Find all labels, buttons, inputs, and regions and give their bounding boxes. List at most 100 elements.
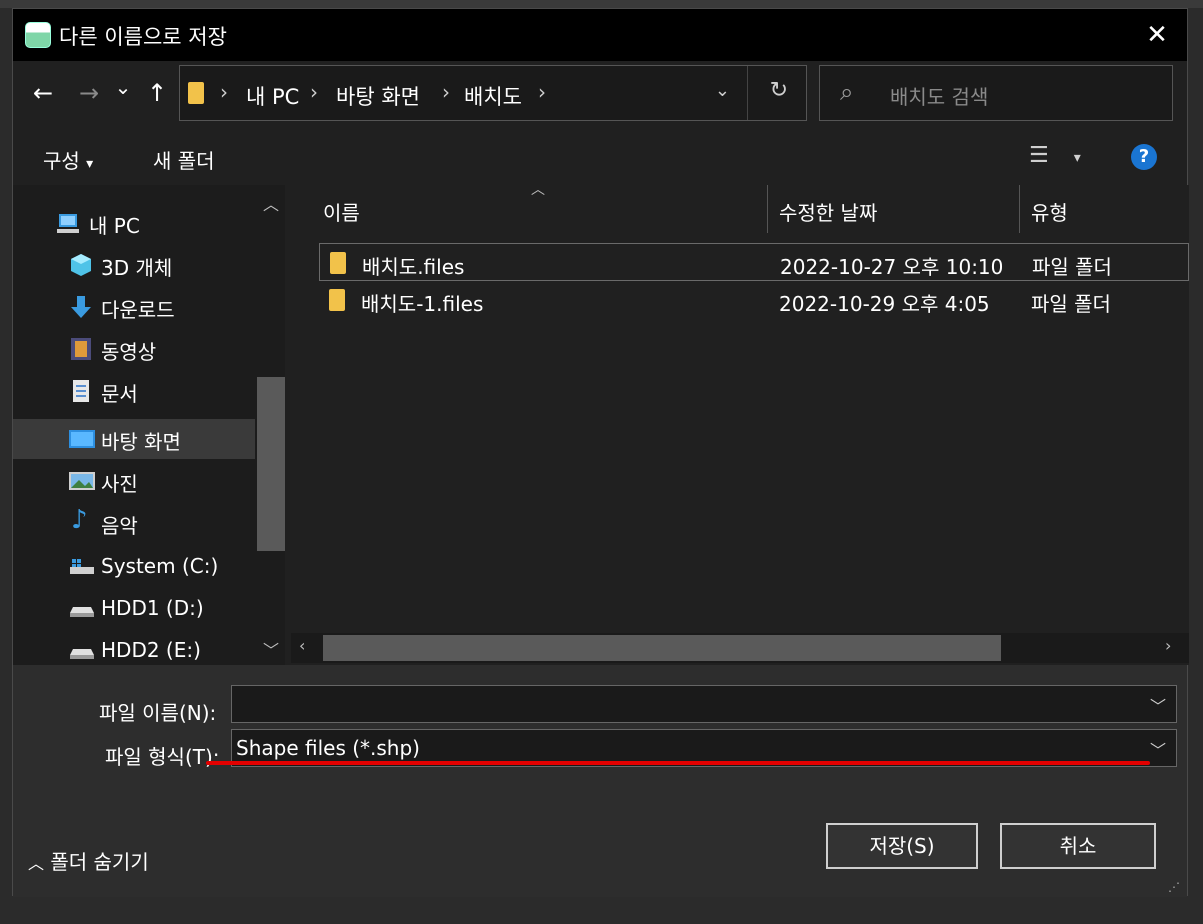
hide-folders-button[interactable]: ︿ 폴더 숨기기	[28, 846, 149, 875]
details-view-icon: ☰	[1029, 143, 1049, 168]
file-type: 파일 폴더	[1032, 255, 1112, 279]
folder-icon	[330, 252, 346, 274]
sidebar-item-videos[interactable]: 동영상	[13, 329, 255, 369]
help-icon[interactable]: ?	[1131, 144, 1157, 170]
sidebar-item-label: HDD1 (D:)	[101, 596, 204, 620]
download-icon	[69, 295, 93, 319]
file-name: 배치도-1.files	[361, 292, 484, 316]
breadcrumb-separator-icon: ›	[538, 80, 546, 104]
back-arrow-icon[interactable]: ←	[27, 79, 59, 107]
sidebar-item-drive-d[interactable]: HDD1 (D:)	[13, 589, 255, 629]
sidebar-item-my-pc[interactable]: 내 PC	[13, 203, 255, 243]
recent-locations-chevron-icon[interactable]: ⌄	[107, 75, 139, 99]
scroll-up-chevron-icon[interactable]: ︿	[263, 191, 279, 215]
address-divider	[747, 66, 748, 120]
folder-icon	[188, 82, 204, 104]
breadcrumb-separator-icon: ›	[220, 80, 228, 104]
red-annotation-underline	[206, 761, 1150, 765]
sidebar-item-label: 문서	[101, 382, 138, 406]
caret-down-icon: ▾	[1073, 150, 1081, 166]
breadcrumb-my-pc[interactable]: 내 PC	[246, 81, 299, 111]
close-button[interactable]: ✕	[1127, 9, 1187, 61]
pictures-icon	[69, 469, 95, 493]
caret-down-icon: ▾	[86, 156, 94, 172]
scroll-down-chevron-icon[interactable]: ﹀	[263, 637, 279, 661]
desktop-icon	[69, 427, 95, 451]
resize-grip-icon[interactable]: ⋰	[1168, 880, 1180, 894]
scrollbar-thumb[interactable]	[323, 635, 1001, 661]
file-list-horizontal-scrollbar[interactable]: ‹ ›	[291, 633, 1189, 663]
address-bar[interactable]: › 내 PC › 바탕 화면 › 배치도 › ⌄ ↻	[179, 65, 807, 121]
command-bar: 구성 ▾ 새 폴더 ☰ ▾ ?	[13, 129, 1187, 185]
column-header-name[interactable]: 이름	[323, 197, 360, 226]
filename-label: 파일 이름(N):	[99, 701, 217, 725]
navigation-bar: ← → ⌄ ↑ › 내 PC › 바탕 화면 › 배치도 › ⌄ ↻ ⌕ 배치도…	[13, 61, 1187, 129]
computer-icon	[57, 211, 81, 235]
chevron-up-icon: ︿	[28, 854, 45, 873]
filetype-value: Shape files (*.shp)	[236, 736, 420, 760]
drive-icon	[69, 597, 94, 621]
chevron-down-icon[interactable]: ﹀	[1150, 693, 1166, 717]
navigation-scrollbar[interactable]: ︿ ﹀	[257, 185, 285, 665]
sidebar-item-label: 다운로드	[101, 298, 175, 322]
scroll-right-chevron-icon[interactable]: ›	[1165, 636, 1171, 655]
file-modified: 2022-10-29 오후 4:05	[779, 292, 990, 316]
sort-ascending-icon: ︿	[531, 182, 545, 198]
forward-arrow-icon[interactable]: →	[73, 79, 105, 107]
column-header-modified[interactable]: 수정한 날짜	[779, 197, 877, 226]
sidebar-item-label: 내 PC	[89, 214, 140, 238]
column-divider[interactable]	[767, 185, 768, 233]
folder-icon	[329, 289, 345, 311]
document-icon	[69, 379, 93, 403]
organize-label: 구성	[43, 149, 80, 173]
file-modified: 2022-10-27 오후 10:10	[780, 255, 1004, 279]
sidebar-item-drive-e[interactable]: HDD2 (E:)	[13, 631, 255, 665]
sidebar-item-label: 동영상	[101, 340, 157, 364]
sidebar-item-label: 바탕 화면	[101, 430, 181, 454]
sidebar-item-downloads[interactable]: 다운로드	[13, 287, 255, 327]
search-icon: ⌕	[840, 78, 854, 106]
sidebar-item-pictures[interactable]: 사진	[13, 461, 255, 501]
save-button[interactable]: 저장(S)	[826, 823, 978, 869]
organize-button[interactable]: 구성 ▾	[43, 145, 93, 174]
breadcrumb-separator-icon: ›	[442, 80, 450, 104]
breadcrumb-separator-icon: ›	[310, 80, 318, 104]
sidebar-item-label: System (C:)	[101, 554, 219, 578]
address-history-chevron-icon[interactable]: ⌄	[715, 80, 730, 101]
music-icon: ♪	[71, 505, 88, 535]
file-name: 배치도.files	[362, 255, 465, 279]
scrollbar-thumb[interactable]	[257, 377, 285, 551]
sidebar-item-desktop[interactable]: 바탕 화면	[13, 419, 255, 459]
column-divider[interactable]	[1019, 185, 1020, 233]
up-arrow-icon[interactable]: ↑	[141, 79, 173, 107]
sidebar-item-label: 음악	[101, 514, 138, 538]
sidebar-item-music[interactable]: ♪ 음악	[13, 503, 255, 543]
search-box[interactable]: ⌕ 배치도 검색	[819, 65, 1173, 121]
new-folder-button[interactable]: 새 폴더	[153, 145, 215, 174]
chevron-down-icon[interactable]: ﹀	[1150, 737, 1166, 761]
hide-folders-label: 폴더 숨기기	[50, 850, 149, 874]
file-row[interactable]: 배치도.files 2022-10-27 오후 10:10 파일 폴더	[319, 243, 1189, 281]
filename-input[interactable]: ﹀	[231, 685, 1177, 723]
drive-icon	[69, 555, 94, 579]
cancel-button[interactable]: 취소	[1000, 823, 1156, 869]
file-type: 파일 폴더	[1031, 292, 1111, 316]
video-icon	[69, 337, 93, 361]
title-bar: 다른 이름으로 저장 ✕	[13, 9, 1187, 61]
breadcrumb-current-folder[interactable]: 배치도	[464, 81, 522, 111]
app-icon	[25, 22, 51, 48]
breadcrumb-desktop[interactable]: 바탕 화면	[336, 81, 420, 111]
sidebar-item-label: HDD2 (E:)	[101, 638, 201, 662]
sidebar-item-documents[interactable]: 문서	[13, 371, 255, 411]
navigation-pane: 내 PC 3D 개체 다운로드 동영상 문서 바탕 화면 사진 ♪ 음악 Sys…	[13, 185, 285, 665]
column-header-type[interactable]: 유형	[1031, 197, 1068, 226]
sidebar-item-label: 3D 개체	[101, 256, 173, 280]
3d-objects-icon	[69, 253, 93, 277]
background-window-strip	[0, 0, 1203, 8]
scroll-left-chevron-icon[interactable]: ‹	[299, 636, 305, 655]
file-row[interactable]: 배치도-1.files 2022-10-29 오후 4:05 파일 폴더	[319, 281, 1189, 319]
sidebar-item-3d-objects[interactable]: 3D 개체	[13, 245, 255, 285]
refresh-icon[interactable]: ↻	[770, 78, 788, 103]
view-options-button[interactable]: ☰ ▾	[1029, 143, 1081, 168]
sidebar-item-drive-c[interactable]: System (C:)	[13, 547, 255, 587]
